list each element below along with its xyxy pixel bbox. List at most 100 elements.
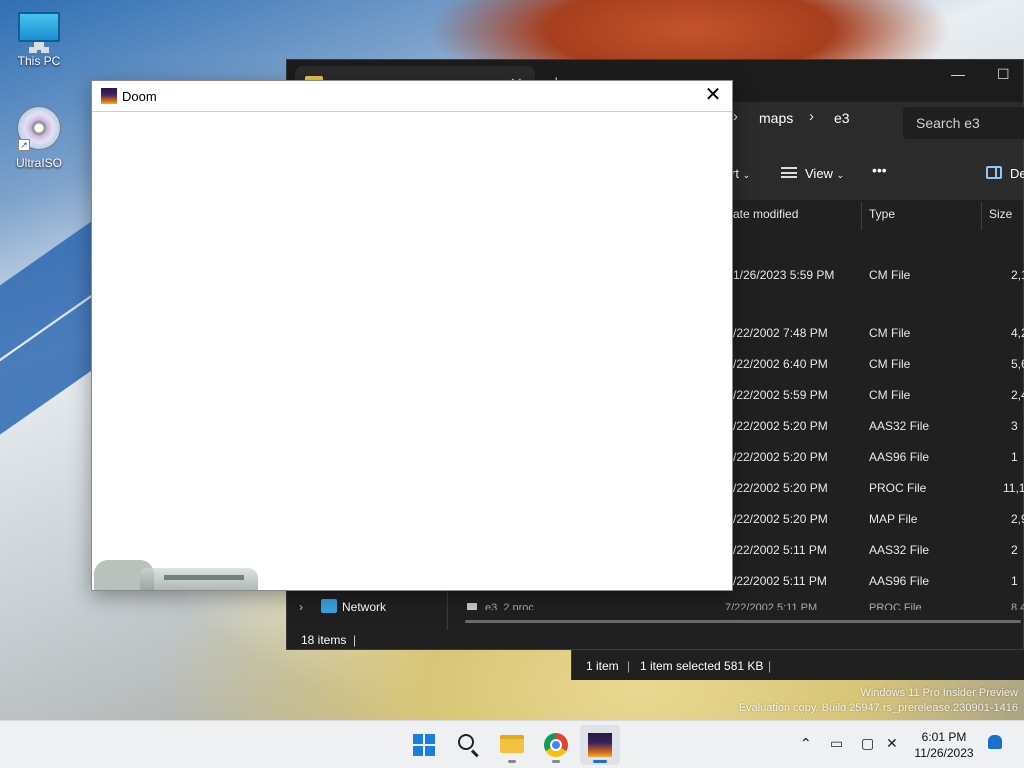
file-row[interactable]: /22/2002 5:11 PM AAS96 File 1 — [733, 574, 1024, 594]
column-divider[interactable] — [981, 202, 982, 230]
chevron-down-icon: ⌄ — [742, 170, 751, 180]
breadcrumb-item-e3[interactable]: e3 — [834, 110, 850, 126]
file-type: CM File — [869, 357, 911, 371]
status-item-count: 1 item — [586, 659, 619, 673]
file-row[interactable]: /22/2002 5:20 PM AAS32 File 3 — [733, 419, 1024, 439]
file-row[interactable]: /22/2002 6:40 PM CM File 5,6 — [733, 357, 1024, 377]
status-separator: | — [768, 659, 772, 673]
view-label: View — [805, 166, 833, 181]
running-indicator — [593, 760, 607, 763]
column-divider[interactable] — [861, 202, 862, 230]
taskbar-doom[interactable] — [580, 725, 620, 765]
clock-time: 6:01 PM — [921, 730, 967, 744]
file-size: 3 — [1011, 419, 1018, 433]
more-options-button[interactable]: ••• — [872, 162, 887, 178]
file-size: 4,2 — [1011, 326, 1024, 340]
file-size: 1 — [1011, 450, 1018, 464]
doom-app-icon — [588, 733, 612, 757]
file-date: /22/2002 7:48 PM — [733, 326, 828, 340]
file-type: AAS96 File — [869, 574, 930, 588]
details-pane-icon[interactable] — [986, 166, 1002, 179]
file-row[interactable]: /22/2002 5:11 PM AAS32 File 2 — [733, 543, 1024, 563]
volume-muted-icon[interactable]: ✕ — [886, 735, 898, 752]
chevron-down-icon: ⌄ — [836, 170, 845, 180]
desktop-icon-label: UltraISO — [15, 156, 62, 170]
file-row-partial[interactable]: e3_2.proc 7/22/2002 5:11 PM PROC File 8,… — [465, 600, 1024, 610]
file-row[interactable]: 1/26/2023 5:59 PM CM File 2,1 — [733, 268, 1024, 288]
file-date: /22/2002 5:11 PM — [733, 543, 827, 557]
minimize-icon[interactable]: — — [951, 66, 965, 82]
file-date: /22/2002 6:40 PM — [733, 357, 828, 371]
desktop-icon-this-pc[interactable]: This PC — [4, 12, 74, 68]
file-date: /22/2002 5:20 PM — [733, 481, 828, 495]
file-size: 2,4 — [1011, 388, 1024, 402]
file-row[interactable]: /22/2002 5:20 PM PROC File 11,1 — [733, 481, 1024, 501]
windows-watermark: Windows 11 Pro Insider Preview Evaluatio… — [739, 686, 1018, 716]
column-header-size[interactable]: Size — [989, 207, 1012, 221]
file-row[interactable]: /22/2002 5:20 PM MAP File 2,9 — [733, 512, 1024, 532]
status-selected: 1 item selected 581 KB — [640, 659, 764, 673]
file-size: 8,4 — [1011, 602, 1024, 610]
view-button[interactable]: View ⌄ — [805, 166, 844, 181]
explorer-status-bar-secondary: 1 item | 1 item selected 581 KB | — [571, 650, 1024, 680]
breadcrumb-item-maps[interactable]: maps — [759, 110, 793, 126]
close-icon[interactable]: ✕ — [702, 84, 724, 106]
show-hidden-icons-chevron-icon[interactable]: ⌃ — [800, 735, 812, 752]
hud-health-bar — [164, 575, 244, 580]
file-type: CM File — [869, 326, 911, 340]
taskbar-file-explorer[interactable] — [492, 725, 532, 765]
search-button[interactable] — [448, 725, 488, 765]
display-icon[interactable]: ▢ — [861, 735, 874, 752]
file-row[interactable]: /22/2002 5:59 PM CM File 2,4 — [733, 388, 1024, 408]
file-type: PROC File — [869, 481, 927, 495]
file-icon — [467, 603, 477, 610]
search-input[interactable]: Search e3 — [903, 107, 1024, 139]
desktop-icon-label: This PC — [17, 54, 61, 68]
doom-titlebar[interactable]: Doom ✕ — [92, 81, 732, 112]
status-separator: | — [353, 633, 357, 647]
column-header-date-modified[interactable]: ate modified — [733, 207, 798, 221]
running-indicator — [508, 760, 516, 763]
sort-button[interactable]: rt ⌄ — [731, 166, 750, 181]
file-type: AAS96 File — [869, 450, 930, 464]
file-size: 2,1 — [1011, 268, 1024, 282]
notification-bell-icon[interactable] — [988, 735, 1002, 749]
file-date: 1/26/2023 5:59 PM — [733, 268, 835, 282]
maximize-icon[interactable]: ☐ — [997, 66, 1010, 83]
windows-logo-icon — [413, 734, 435, 756]
running-indicator — [552, 760, 560, 763]
taskbar: ⌃ ▭ ▢ ✕ 6:01 PM 11/26/2023 — [0, 720, 1024, 768]
column-header-type[interactable]: Type — [869, 207, 895, 221]
file-row[interactable]: /22/2002 5:20 PM AAS96 File 1 — [733, 450, 1024, 470]
file-date: /22/2002 5:20 PM — [733, 512, 828, 526]
horizontal-scrollbar[interactable] — [465, 620, 1021, 623]
file-date: /22/2002 5:20 PM — [733, 450, 828, 464]
ultraiso-icon: ↗ — [17, 106, 61, 151]
status-item-count: 18 items — [301, 633, 347, 647]
file-type: AAS32 File — [869, 419, 930, 433]
file-type: CM File — [869, 268, 911, 282]
network-disconnected-icon[interactable]: ▭ — [830, 735, 843, 752]
file-date: /22/2002 5:20 PM — [733, 419, 828, 433]
doom-game-canvas[interactable] — [92, 112, 732, 590]
file-row[interactable]: /22/2002 7:48 PM CM File 4,2 — [733, 326, 1024, 346]
desktop-icon-ultraiso[interactable]: ↗ UltraISO — [4, 106, 74, 170]
file-size: 5,6 — [1011, 357, 1024, 371]
start-button[interactable] — [404, 725, 444, 765]
nav-item-network-label[interactable]: Network — [342, 600, 386, 614]
file-date: /22/2002 5:11 PM — [733, 574, 827, 588]
details-button[interactable]: De — [1010, 166, 1024, 181]
file-type: CM File — [869, 388, 911, 402]
system-clock[interactable]: 6:01 PM 11/26/2023 — [912, 729, 976, 761]
file-size: 2,9 — [1011, 512, 1024, 526]
status-separator: | — [627, 659, 631, 673]
doom-app-icon — [101, 88, 117, 104]
nav-item-network[interactable]: › — [299, 600, 309, 614]
network-icon — [321, 599, 337, 613]
file-name: e3_2.proc — [485, 602, 534, 610]
chrome-icon — [544, 733, 568, 757]
game-hud — [94, 558, 258, 590]
taskbar-chrome[interactable] — [536, 725, 576, 765]
search-icon — [458, 734, 474, 750]
file-size: 11,1 — [1003, 481, 1024, 495]
